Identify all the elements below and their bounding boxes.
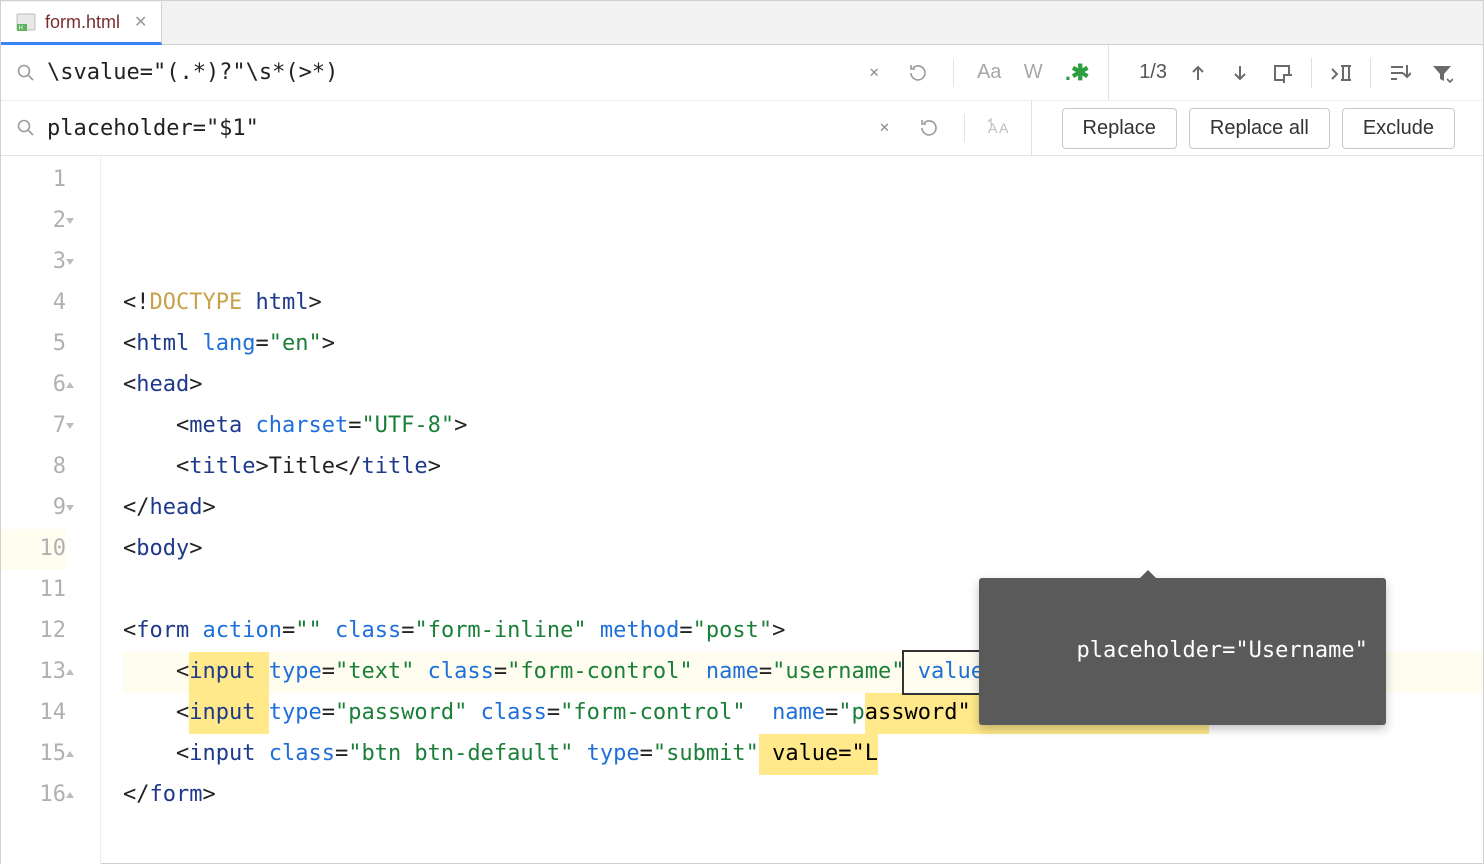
close-icon[interactable]: ✕ [134, 12, 147, 32]
find-row-icons: ✕ Aa W .✱ [861, 59, 1098, 87]
code-line[interactable]: <head> [123, 365, 1483, 406]
tab-bar: H form.html ✕ [1, 1, 1483, 45]
code-line[interactable]: <title>Title</title> [123, 447, 1483, 488]
replace-buttons: Replace Replace all Exclude [1031, 101, 1474, 155]
find-history-icon[interactable] [905, 60, 931, 86]
replace-all-button[interactable]: Replace all [1189, 108, 1330, 149]
code-line[interactable]: <body> [123, 529, 1483, 570]
filter-list-icon[interactable] [1387, 60, 1413, 86]
filter-icon[interactable] [1429, 60, 1455, 86]
tab-label: form.html [45, 12, 120, 33]
svg-text:A: A [999, 120, 1009, 136]
find-replace-panel: ✕ Aa W .✱ 1/3 [1, 45, 1483, 156]
line-gutter: 12345678910111213141516 [1, 156, 101, 864]
code-line[interactable]: <input type="password" class="form-contr… [123, 693, 1483, 734]
multicursor-icon[interactable] [1328, 60, 1354, 86]
clear-find-icon[interactable]: ✕ [861, 60, 887, 86]
code-line[interactable]: <!DOCTYPE html> [123, 283, 1483, 324]
find-row: ✕ Aa W .✱ 1/3 [1, 45, 1483, 100]
code-line[interactable]: <input class="btn btn-default" type="sub… [123, 734, 1483, 775]
find-input[interactable] [47, 60, 851, 85]
replace-history-icon[interactable] [916, 115, 942, 141]
editor-tab[interactable]: H form.html ✕ [1, 2, 162, 45]
html-file-icon: H [15, 11, 37, 33]
code-line[interactable]: </body> [123, 857, 1483, 864]
code-line[interactable]: <input type="text" class="form-control" … [123, 652, 1483, 693]
code-line[interactable] [123, 816, 1483, 857]
match-case-icon[interactable]: Aa [976, 60, 1002, 86]
select-all-icon[interactable] [1269, 60, 1295, 86]
code-area[interactable]: placeholder="Username" <!DOCTYPE html><h… [101, 156, 1483, 864]
code-line[interactable]: </form> [123, 775, 1483, 816]
search-icon [15, 62, 37, 84]
search-icon [15, 117, 37, 139]
code-line[interactable]: </head> [123, 488, 1483, 529]
regex-icon[interactable]: .✱ [1064, 60, 1090, 86]
code-editor[interactable]: 12345678910111213141516 placeholder="Use… [1, 156, 1483, 864]
code-line[interactable]: <form action="" class="form-inline" meth… [123, 611, 1483, 652]
next-match-icon[interactable] [1227, 60, 1253, 86]
replace-input[interactable] [47, 116, 862, 141]
exclude-button[interactable]: Exclude [1342, 108, 1455, 149]
prev-match-icon[interactable] [1185, 60, 1211, 86]
preserve-case-icon[interactable]: AA [987, 115, 1013, 141]
replace-row-icons: ✕ AA [872, 114, 1021, 142]
match-counter: 1/3 [1139, 61, 1167, 84]
find-right-panel: 1/3 [1108, 45, 1473, 100]
code-line[interactable]: <html lang="en"> [123, 324, 1483, 365]
svg-text:H: H [19, 26, 23, 32]
code-line[interactable]: <meta charset="UTF-8"> [123, 406, 1483, 447]
replace-button[interactable]: Replace [1062, 108, 1177, 149]
svg-text:A: A [988, 120, 998, 136]
whole-word-icon[interactable]: W [1020, 60, 1046, 86]
replace-row: ✕ AA Replace Replace all Exclude [1, 100, 1483, 155]
clear-replace-icon[interactable]: ✕ [872, 115, 898, 141]
code-line[interactable] [123, 570, 1483, 611]
